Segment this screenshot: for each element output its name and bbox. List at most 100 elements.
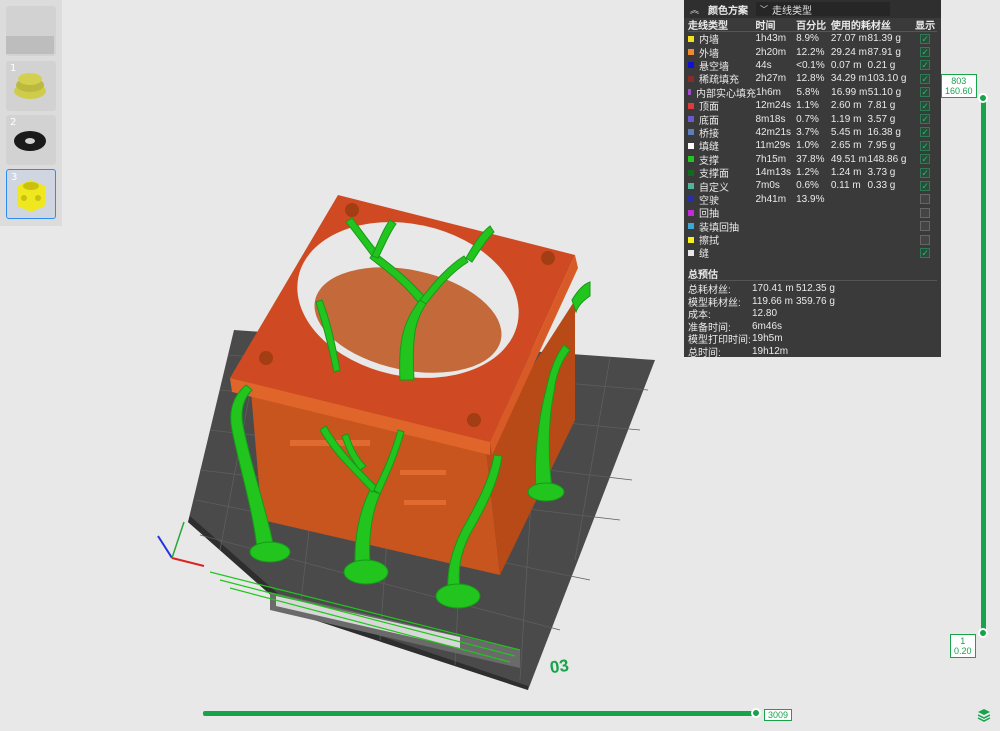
show-checkbox[interactable] [920, 194, 931, 205]
move-slider-handle[interactable] [751, 708, 761, 718]
legend-percent: 0.6% [796, 180, 819, 192]
summary-value: 119.66 m [752, 295, 793, 307]
legend-time: 7h15m [755, 153, 787, 165]
color-swatch [688, 75, 694, 82]
plate-number: 03 [548, 655, 571, 678]
show-checkbox[interactable]: ✓ [920, 167, 931, 178]
summary-title: 总预估 [688, 269, 718, 281]
legend-row: 桥接 42m21s 3.7% 5.45 m 16.38 g ✓ [688, 126, 937, 140]
layers-icon[interactable] [977, 708, 991, 722]
color-scheme-panel: ︽ 颜色方案 ﹀ 走线类型 走线类型 时间 百分比 使用的耗材丝 显示 内墙 1h… [684, 0, 941, 359]
legend-length: 29.24 m [830, 46, 867, 58]
header-type: 走线类型 [688, 21, 728, 32]
header-percent: 百分比 [796, 21, 827, 32]
legend-row: 缝 ✓ [688, 246, 937, 261]
legend-length: 27.07 m [830, 33, 867, 45]
show-checkbox[interactable]: ✓ [920, 154, 931, 165]
scheme-select[interactable]: ﹀ 走线类型 [756, 2, 890, 17]
legend-time: 14m13s [755, 167, 792, 179]
legend-weight: 0.21 g [867, 59, 896, 71]
color-swatch [688, 183, 694, 189]
layer-slider-top-handle[interactable] [978, 93, 988, 103]
color-swatch [688, 62, 694, 69]
plate-thumbnail-1[interactable]: 1 [6, 61, 56, 111]
show-checkbox[interactable]: ✓ [920, 114, 931, 125]
layer-slider-bottom-handle[interactable] [978, 628, 988, 638]
show-checkbox[interactable]: ✓ [920, 47, 931, 58]
legend-rows: 内墙 1h43m 8.9% 27.07 m 81.39 g ✓ 外墙 2h20m 12.2% 29… [684, 32, 941, 260]
legend-row: 内墙 1h43m 8.9% 27.07 m 81.39 g ✓ [688, 32, 937, 46]
collapse-chevron-icon[interactable]: ︽ [690, 3, 704, 16]
legend-percent: 0.7% [796, 113, 819, 125]
panel-title: 颜色方案 [708, 5, 748, 17]
show-checkbox[interactable]: ✓ [920, 180, 931, 191]
layer-slider-track[interactable] [981, 100, 986, 634]
model-box [230, 195, 578, 575]
top-layer-number: 803 [951, 76, 967, 86]
color-swatch [688, 129, 694, 136]
legend-row: 装填回抽 [688, 219, 937, 234]
legend-header-row: 走线类型 时间 百分比 使用的耗材丝 显示 [688, 18, 937, 32]
show-checkbox[interactable] [920, 207, 931, 218]
summary-value: 19h12m [752, 345, 789, 357]
color-swatch [688, 209, 694, 216]
legend-length: 0.07 m [830, 59, 862, 71]
show-checkbox[interactable]: ✓ [920, 87, 931, 98]
summary-value-2: 512.35 g [796, 283, 835, 295]
legend-row: 填缝 11m29s 1.0% 2.65 m 7.95 g ✓ [688, 139, 937, 153]
summary-value: 6m46s [752, 320, 783, 332]
show-checkbox[interactable]: ✓ [920, 60, 931, 71]
show-checkbox[interactable]: ✓ [920, 247, 931, 258]
legend-length: 2.65 m [830, 140, 862, 152]
legend-length: 16.99 m [831, 86, 868, 98]
legend-length: 49.51 m [830, 153, 867, 165]
plate-thumbnail-2[interactable]: 2 [6, 115, 56, 165]
show-checkbox[interactable]: ✓ [920, 127, 931, 138]
panel-header: ︽ 颜色方案 ﹀ 走线类型 [684, 0, 941, 18]
legend-row: 内部实心填充 1h6m 5.8% 16.99 m 51.10 g ✓ [688, 86, 937, 100]
legend-row: 回抽 [688, 206, 937, 220]
header-usage: 使用的耗材丝 [830, 21, 891, 32]
legend-time: 2h27m [755, 73, 787, 85]
legend-weight: 51.10 g [867, 86, 902, 98]
legend-time: 8m18s [755, 113, 786, 125]
legend-time: 7m0s [755, 180, 780, 192]
legend-row: 自定义 7m0s 0.6% 0.11 m 0.33 g ✓ [688, 179, 937, 194]
legend-row: 底面 8m18s 0.7% 1.19 m 3.57 g ✓ [688, 112, 937, 127]
empty-plate-icon [6, 36, 54, 54]
plate-thumbnail-0[interactable] [6, 6, 56, 56]
show-checkbox[interactable]: ✓ [920, 100, 931, 111]
legend-time: 1h43m [755, 33, 787, 45]
legend-length: 2.60 m [830, 100, 862, 112]
color-swatch [688, 35, 694, 42]
header-time: 时间 [755, 21, 776, 32]
legend-weight: 81.39 g [867, 33, 901, 45]
legend-percent: 37.8% [796, 153, 825, 165]
color-swatch [688, 142, 694, 149]
color-swatch [688, 249, 694, 256]
summary-rows: 总耗材丝: 170.41 m 512.35 g 模型耗材丝: 119.66 m 359.7… [684, 283, 941, 359]
legend-type-label: 缝 [699, 249, 709, 261]
plate-index: 3 [11, 172, 18, 183]
legend-row: 顶面 12m24s 1.1% 2.60 m 7.81 g ✓ [688, 99, 937, 113]
show-checkbox[interactable] [920, 234, 931, 245]
legend-time: 12m24s [755, 100, 792, 112]
color-swatch [688, 196, 694, 203]
legend-time: 2h41m [755, 193, 787, 205]
legend-time: 44s [755, 59, 772, 71]
show-checkbox[interactable]: ✓ [920, 73, 931, 84]
legend-time: 1h6m [756, 86, 782, 98]
color-swatch [688, 102, 694, 109]
legend-length: 0.11 m [830, 180, 861, 192]
show-checkbox[interactable] [920, 221, 931, 232]
show-checkbox[interactable]: ✓ [920, 33, 931, 44]
plate-thumbnail-3[interactable]: 3 [6, 169, 56, 219]
legend-percent: 1.0% [796, 140, 819, 152]
legend-row: 支撑 7h15m 37.8% 49.51 m 148.86 g ✓ [688, 153, 937, 167]
move-slider-track[interactable] [203, 711, 756, 716]
show-checkbox[interactable]: ✓ [920, 140, 931, 151]
summary-value: 12.80 [752, 308, 778, 320]
legend-row: 空驶 2h41m 13.9% [688, 193, 937, 207]
legend-row: 擦拭 [688, 233, 937, 247]
color-swatch [688, 49, 694, 56]
